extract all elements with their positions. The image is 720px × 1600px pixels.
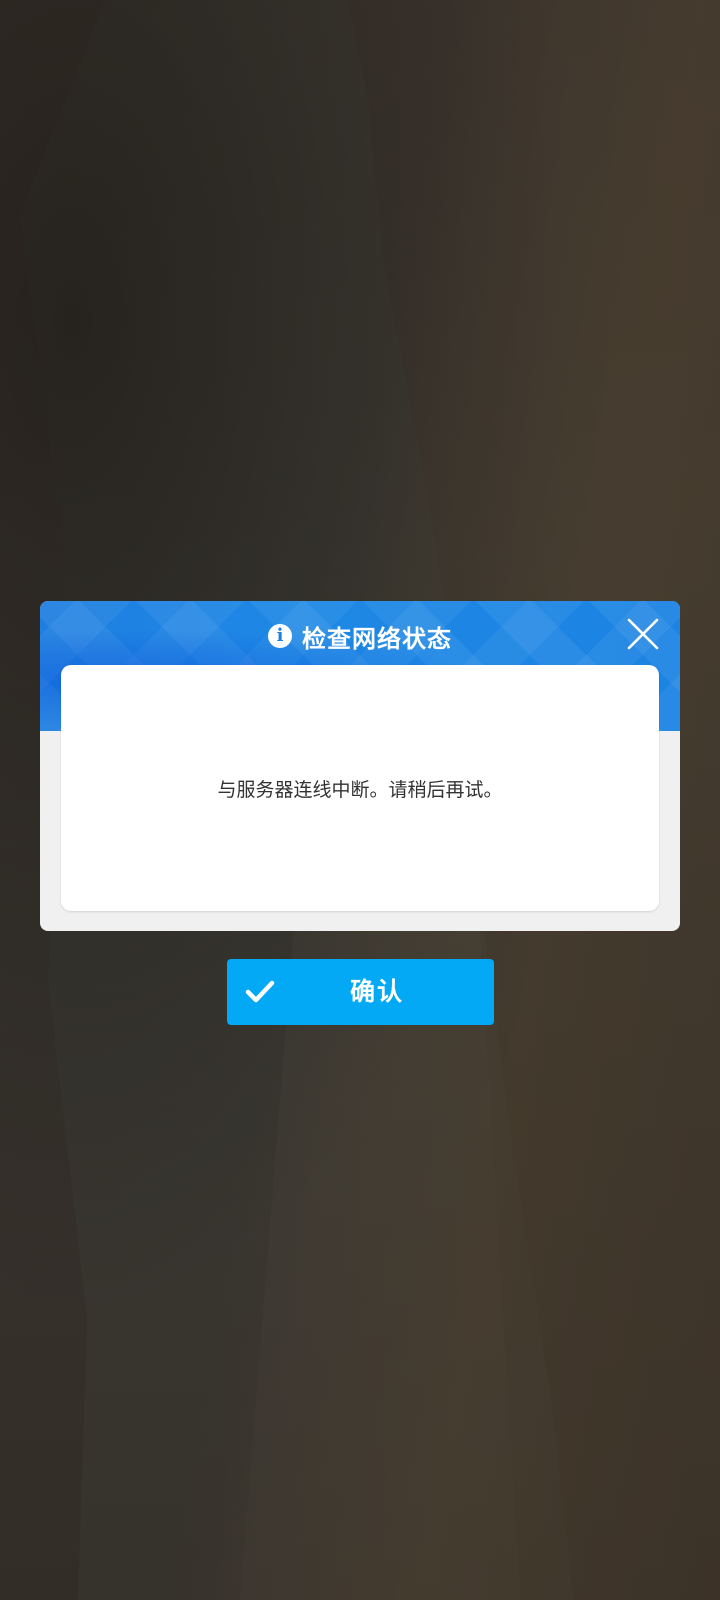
confirm-button[interactable]: 确认 (227, 959, 494, 1025)
dialog-body: 与服务器连线中断。请稍后再试。 (61, 665, 659, 911)
confirm-button-label: 确认 (349, 977, 404, 1006)
close-button[interactable] (626, 617, 660, 651)
network-status-dialog: i 检查网络状态 与服务器连线中断。请稍后再试。 (40, 601, 680, 931)
dialog-title: 检查网络状态 (302, 624, 452, 653)
dialog-title-row: i 检查网络状态 (40, 615, 680, 657)
check-icon (245, 980, 275, 1003)
info-icon: i (268, 624, 292, 648)
dialog-message: 与服务器连线中断。请稍后再试。 (217, 779, 503, 801)
close-icon (627, 618, 659, 650)
